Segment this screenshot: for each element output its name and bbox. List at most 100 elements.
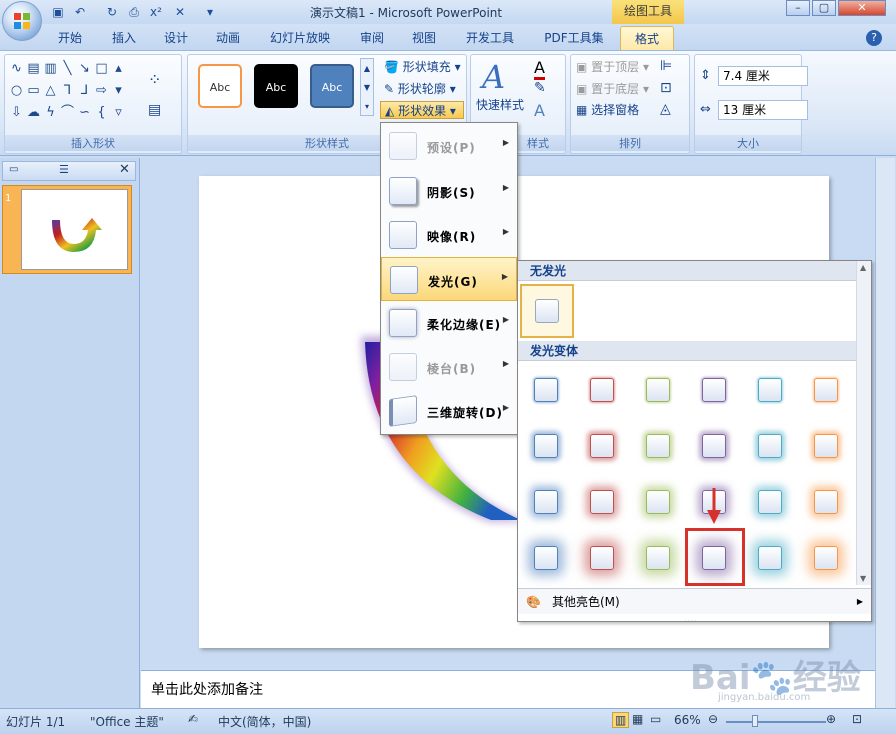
menu-item-glow[interactable]: 发光(G) ▶ <box>381 257 517 301</box>
style-sample-orange[interactable]: Abc <box>198 64 242 108</box>
zoom-slider[interactable] <box>726 721 826 723</box>
vertical-scrollbar[interactable] <box>875 158 895 708</box>
language-indicator[interactable]: 中文(简体，中国) <box>218 713 311 730</box>
slides-tab-icon[interactable]: ▭ <box>9 164 18 175</box>
text-outline-icon[interactable]: ✎ <box>534 80 546 96</box>
menu-item-soft-edges[interactable]: 柔化边缘(E) ▶ <box>381 301 517 345</box>
glow-variant-option[interactable] <box>800 476 852 528</box>
textbox-icon[interactable]: ▤ <box>148 102 161 118</box>
text-effects-icon[interactable]: A <box>534 101 545 120</box>
glow-variant-option[interactable] <box>800 364 852 416</box>
tab-slideshow[interactable]: 幻灯片放映 <box>264 26 336 50</box>
selection-pane-button[interactable]: ▦ 选择窗格 <box>576 101 639 119</box>
theme-name[interactable]: "Office 主题" <box>90 713 164 730</box>
shape-vtextbox-icon[interactable]: ▥ <box>42 60 59 77</box>
shape-elbow2-icon[interactable]: ⅃ <box>76 82 93 99</box>
tab-view[interactable]: 视图 <box>404 26 444 50</box>
glow-variant-option[interactable] <box>520 420 572 472</box>
close-x-icon[interactable]: ✕ <box>172 4 188 20</box>
gallery-scrollbar[interactable]: ▲ ▼ <box>856 261 871 585</box>
bring-to-front-button[interactable]: ▣ 置于顶层 ▾ <box>576 58 649 76</box>
shape-brace-icon[interactable]: { <box>93 104 110 121</box>
rotate-icon[interactable]: ◬ <box>660 101 671 117</box>
normal-view-icon[interactable]: ▥ <box>612 712 630 728</box>
shape-oval-icon[interactable]: ○ <box>8 82 25 99</box>
glow-variant-option[interactable] <box>688 364 740 416</box>
scroll-up-icon[interactable]: ▲ <box>860 263 866 272</box>
style-sample-black[interactable]: Abc <box>254 64 298 108</box>
shape-scroll-icon[interactable]: ▴ <box>110 60 127 77</box>
glow-variant-option[interactable] <box>520 532 572 584</box>
tab-home[interactable]: 开始 <box>50 26 90 50</box>
more-glow-colors-button[interactable]: 🎨 其他亮色(M) ▶ <box>518 588 871 614</box>
glow-variant-option[interactable] <box>744 420 796 472</box>
glow-variant-option[interactable] <box>576 476 628 528</box>
glow-variant-option[interactable] <box>632 476 684 528</box>
shape-rect-icon[interactable]: □ <box>93 60 110 77</box>
tab-review[interactable]: 审阅 <box>352 26 392 50</box>
zoom-slider-thumb[interactable] <box>752 715 758 727</box>
glow-variant-option[interactable] <box>576 532 628 584</box>
shape-lightning-icon[interactable]: ϟ <box>42 104 59 121</box>
shape-wave-icon[interactable]: ∽ <box>76 104 93 121</box>
glow-variant-option[interactable] <box>632 532 684 584</box>
shape-line-icon[interactable]: ╲ <box>59 60 76 77</box>
shape-curve-icon[interactable]: ∿ <box>8 60 25 77</box>
help-icon[interactable]: ? <box>866 30 882 46</box>
resize-grip-icon[interactable]: .... <box>684 614 697 625</box>
zoom-out-icon[interactable]: ⊖ <box>708 712 718 726</box>
shape-fill-button[interactable]: 🪣 形状填充 ▾ <box>384 58 461 76</box>
fit-window-icon[interactable]: ⊡ <box>852 712 862 726</box>
align-icon[interactable]: ⊫ <box>660 58 672 74</box>
tab-animation[interactable]: 动画 <box>208 26 248 50</box>
shape-triangle-icon[interactable]: △ <box>42 82 59 99</box>
menu-item-reflection[interactable]: 映像(R) ▶ <box>381 213 517 257</box>
width-input[interactable]: 13 厘米 <box>718 100 808 120</box>
zoom-level[interactable]: 66% <box>674 713 701 727</box>
menu-item-shadow[interactable]: 阴影(S) ▶ <box>381 169 517 213</box>
glow-variant-option[interactable] <box>520 476 572 528</box>
glow-variant-option[interactable] <box>520 364 572 416</box>
maximize-icon[interactable]: ▢ <box>812 0 836 16</box>
tab-insert[interactable]: 插入 <box>104 26 144 50</box>
shape-roundrect-icon[interactable]: ▭ <box>25 82 42 99</box>
shape-expand-icon[interactable]: ▿ <box>110 104 127 121</box>
group-objects-icon[interactable]: ⊡ <box>660 80 672 96</box>
glow-variant-option[interactable] <box>800 532 852 584</box>
save-icon[interactable]: ▣ <box>50 4 66 20</box>
height-input[interactable]: 7.4 厘米 <box>718 66 808 86</box>
tab-design[interactable]: 设计 <box>156 26 196 50</box>
tab-format[interactable]: 格式 <box>620 26 674 51</box>
glow-variant-option[interactable] <box>576 420 628 472</box>
redo-icon[interactable]: ↻ <box>104 4 120 20</box>
style-gallery-scroll[interactable]: ▲ ▼ ▾ <box>360 58 374 116</box>
sorter-view-icon[interactable]: ▦ <box>632 712 643 726</box>
undo-icon[interactable]: ↶ <box>72 4 88 20</box>
superscript-icon[interactable]: x² <box>148 4 164 20</box>
scroll-down-icon[interactable]: ▼ <box>860 574 866 583</box>
shape-arrow-down-icon[interactable]: ⇩ <box>8 104 25 121</box>
print-preview-icon[interactable]: ⎙ <box>126 4 142 20</box>
slideshow-view-icon[interactable]: ▭ <box>650 712 661 726</box>
outline-tab-icon[interactable]: ☰ <box>59 163 69 176</box>
shape-cloud-icon[interactable]: ☁ <box>25 104 42 121</box>
tab-developer[interactable]: 开发工具 <box>458 26 522 50</box>
shape-elbow-icon[interactable]: ⅂ <box>59 82 76 99</box>
shape-arc-icon[interactable]: ⌒ <box>59 104 76 121</box>
shape-textbox-icon[interactable]: ▤ <box>25 60 42 77</box>
quick-styles-button[interactable]: 快速样式 <box>476 96 524 113</box>
office-button[interactable] <box>2 1 42 41</box>
shape-arrowline-icon[interactable]: ↘ <box>76 60 93 77</box>
no-glow-option[interactable] <box>520 284 574 338</box>
glow-variant-option[interactable] <box>688 420 740 472</box>
glow-variant-option[interactable] <box>576 364 628 416</box>
glow-variant-option[interactable] <box>632 364 684 416</box>
tab-pdf-tools[interactable]: PDF工具集 <box>536 26 612 50</box>
shape-effects-button[interactable]: ◭ 形状效果 ▾ <box>380 101 464 119</box>
glow-variant-option[interactable] <box>632 420 684 472</box>
zoom-in-icon[interactable]: ⊕ <box>826 712 836 726</box>
edit-shape-icon[interactable]: ⁘ <box>148 70 161 89</box>
slide-thumbnail-canvas[interactable] <box>21 189 128 270</box>
close-pane-icon[interactable]: ✕ <box>119 162 130 177</box>
spellcheck-icon[interactable]: ✍ <box>188 712 198 726</box>
